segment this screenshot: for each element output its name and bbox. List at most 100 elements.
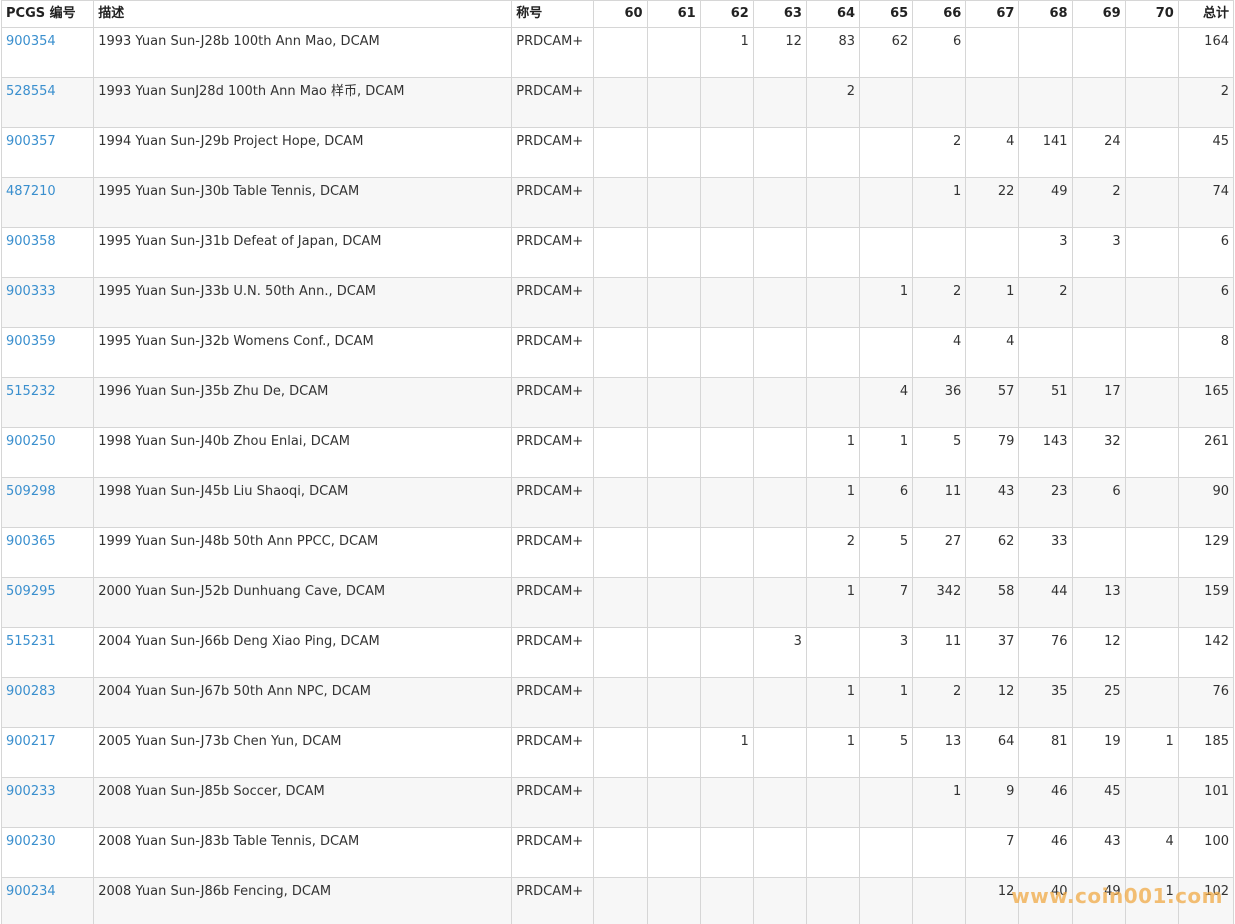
grade-62-count-cell: 1 — [699, 27, 754, 78]
grade-68-count-cell: 46 — [1018, 777, 1073, 828]
header-grade-64[interactable]: 64 — [805, 0, 861, 28]
designation-cell: PRDCAM+ — [511, 877, 595, 924]
pcgs-number-link[interactable]: 900230 — [6, 834, 56, 849]
header-grade-62[interactable]: 62 — [699, 0, 754, 28]
header-grade-69[interactable]: 69 — [1071, 0, 1126, 28]
grade-70-count-cell — [1124, 427, 1179, 478]
grade-67-count-cell: 64 — [965, 727, 1020, 778]
pcgs-number-cell: 515231 — [0, 627, 95, 678]
header-grade-65[interactable]: 65 — [859, 0, 914, 28]
table-row: 487210 1995 Yuan Sun-J30b Table Tennis, D… — [0, 177, 1235, 228]
grade-68-count-cell: 23 — [1018, 477, 1073, 528]
table-row: 900365 1999 Yuan Sun-J48b 50th Ann PPCC, … — [0, 527, 1235, 578]
pcgs-number-link[interactable]: 900357 — [6, 134, 56, 149]
header-grade-68[interactable]: 68 — [1018, 0, 1073, 28]
grade-64-count-cell — [805, 777, 861, 828]
grade-62-count-cell — [699, 577, 754, 628]
grade-68-count-cell — [1018, 27, 1073, 78]
grade-67-count-cell: 9 — [965, 777, 1020, 828]
grade-69-count-cell: 12 — [1071, 627, 1126, 678]
grade-62-count-cell — [699, 227, 754, 278]
total-count-cell: 159 — [1177, 577, 1235, 628]
pcgs-number-link[interactable]: 515232 — [6, 384, 56, 399]
pcgs-number-link[interactable]: 900359 — [6, 334, 56, 349]
header-description[interactable]: 描述 — [93, 0, 513, 28]
grade-61-count-cell — [646, 27, 701, 78]
grade-67-count-cell: 37 — [965, 627, 1020, 678]
pcgs-number-link[interactable]: 900365 — [6, 534, 56, 549]
header-total[interactable]: 总计 — [1177, 0, 1235, 28]
header-grade-61[interactable]: 61 — [646, 0, 701, 28]
grade-67-count-cell — [965, 27, 1020, 78]
grade-60-count-cell — [593, 327, 648, 378]
pcgs-number-link[interactable]: 900234 — [6, 884, 56, 899]
grade-68-count-cell: 44 — [1018, 577, 1073, 628]
grade-62-count-cell — [699, 527, 754, 578]
grade-63-count-cell — [752, 477, 807, 528]
grade-64-count-cell: 1 — [805, 677, 861, 728]
total-count-cell: 129 — [1177, 527, 1235, 578]
pcgs-number-link[interactable]: 528554 — [6, 84, 56, 99]
pcgs-number-cell: 900333 — [0, 277, 95, 328]
grade-68-count-cell: 33 — [1018, 527, 1073, 578]
total-count-cell: 185 — [1177, 727, 1235, 778]
grade-66-count-cell — [912, 827, 967, 878]
pcgs-number-link[interactable]: 900217 — [6, 734, 56, 749]
grade-65-count-cell: 3 — [859, 627, 914, 678]
pcgs-number-link[interactable]: 509298 — [6, 484, 56, 499]
total-count-cell: 6 — [1177, 227, 1235, 278]
header-grade-67[interactable]: 67 — [965, 0, 1020, 28]
grade-63-count-cell: 12 — [752, 27, 807, 78]
total-count-cell: 8 — [1177, 327, 1235, 378]
header-pcgs-number[interactable]: PCGS 编号 — [0, 0, 95, 28]
grade-70-count-cell — [1124, 277, 1179, 328]
total-count-cell: 100 — [1177, 827, 1235, 878]
pcgs-number-link[interactable]: 900333 — [6, 284, 56, 299]
header-grade-70[interactable]: 70 — [1124, 0, 1179, 28]
table-row: 900354 1993 Yuan Sun-J28b 100th Ann Mao, … — [0, 27, 1235, 78]
header-row: PCGS 编号 描述 称号 60 61 62 63 64 65 66 67 68… — [0, 0, 1235, 28]
grade-69-count-cell: 19 — [1071, 727, 1126, 778]
pcgs-number-link[interactable]: 900233 — [6, 784, 56, 799]
grade-67-count-cell: 12 — [965, 677, 1020, 728]
pcgs-number-link[interactable]: 900250 — [6, 434, 56, 449]
grade-66-count-cell: 11 — [912, 477, 967, 528]
pcgs-number-link[interactable]: 509295 — [6, 584, 56, 599]
grade-62-count-cell — [699, 427, 754, 478]
pcgs-number-link[interactable]: 487210 — [6, 184, 56, 199]
pcgs-number-link[interactable]: 900354 — [6, 34, 56, 49]
designation-cell: PRDCAM+ — [511, 427, 595, 478]
header-grade-63[interactable]: 63 — [752, 0, 807, 28]
grade-60-count-cell — [593, 677, 648, 728]
grade-65-count-cell: 7 — [859, 577, 914, 628]
grade-66-count-cell: 11 — [912, 627, 967, 678]
description-cell: 1995 Yuan Sun-J32b Womens Conf., DCAM — [93, 327, 513, 378]
header-grade-66[interactable]: 66 — [912, 0, 967, 28]
grade-60-count-cell — [593, 477, 648, 528]
grade-66-count-cell: 2 — [912, 277, 967, 328]
grade-68-count-cell: 46 — [1018, 827, 1073, 878]
pcgs-number-link[interactable]: 900358 — [6, 234, 56, 249]
grade-60-count-cell — [593, 177, 648, 228]
header-grade-60[interactable]: 60 — [593, 0, 648, 28]
grade-64-count-cell — [805, 377, 861, 428]
grade-67-count-cell: 12 — [965, 877, 1020, 924]
total-count-cell: 6 — [1177, 277, 1235, 328]
grade-63-count-cell: 3 — [752, 627, 807, 678]
grade-66-count-cell: 1 — [912, 177, 967, 228]
pcgs-number-link[interactable]: 515231 — [6, 634, 56, 649]
header-designation[interactable]: 称号 — [511, 0, 595, 28]
pcgs-number-cell: 900230 — [0, 827, 95, 878]
table-row: 900358 1995 Yuan Sun-J31b Defeat of Japan… — [0, 227, 1235, 278]
grade-60-count-cell — [593, 427, 648, 478]
grade-62-count-cell — [699, 277, 754, 328]
pcgs-number-link[interactable]: 900283 — [6, 684, 56, 699]
total-count-cell: 74 — [1177, 177, 1235, 228]
table-header: PCGS 编号 描述 称号 60 61 62 63 64 65 66 67 68… — [0, 0, 1235, 28]
description-cell: 1998 Yuan Sun-J40b Zhou Enlai, DCAM — [93, 427, 513, 478]
grade-66-count-cell: 5 — [912, 427, 967, 478]
grade-65-count-cell: 5 — [859, 527, 914, 578]
pcgs-number-cell: 900217 — [0, 727, 95, 778]
grade-63-count-cell — [752, 827, 807, 878]
grade-68-count-cell — [1018, 327, 1073, 378]
